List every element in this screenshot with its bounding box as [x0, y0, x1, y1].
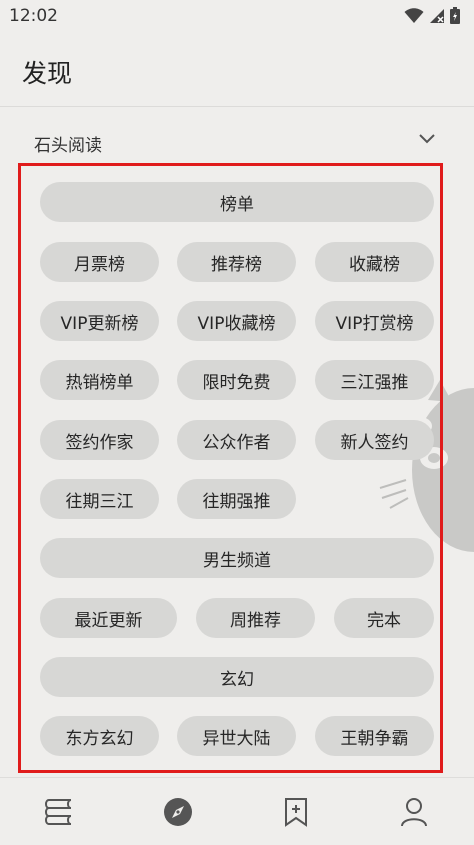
- category-label: 收藏榜: [349, 254, 400, 275]
- category-label: 热销榜单: [65, 372, 134, 393]
- category-button[interactable]: 最近更新: [40, 598, 177, 638]
- section-header-label: 榜单: [220, 194, 254, 215]
- category-label: VIP收藏榜: [197, 313, 276, 334]
- category-button[interactable]: VIP更新榜: [40, 301, 159, 341]
- category-button[interactable]: VIP打赏榜: [315, 301, 434, 341]
- category-button[interactable]: 收藏榜: [315, 242, 434, 282]
- category-button[interactable]: 东方玄幻: [40, 716, 159, 756]
- category-label: 异世大陆: [202, 728, 271, 749]
- category-button[interactable]: 完本: [334, 598, 434, 638]
- signal-icon: [430, 8, 444, 23]
- section-header-male-channel[interactable]: 男生频道: [40, 538, 434, 578]
- category-button[interactable]: VIP收藏榜: [177, 301, 296, 341]
- section-header-label: 玄幻: [220, 669, 254, 690]
- status-bar: 12:02: [0, 0, 474, 34]
- bookmark-add-icon: [285, 798, 307, 827]
- category-label: 签约作家: [65, 432, 134, 453]
- category-label: VIP打赏榜: [335, 313, 414, 334]
- category-label: VIP更新榜: [60, 313, 139, 334]
- category-label: 新人签约: [340, 432, 409, 453]
- user-icon: [401, 798, 427, 827]
- section-header-label: 男生频道: [203, 550, 271, 571]
- category-button[interactable]: 异世大陆: [177, 716, 296, 756]
- status-icons: [404, 7, 460, 24]
- wifi-icon: [404, 7, 424, 23]
- category-button[interactable]: 往期强推: [177, 479, 296, 519]
- source-name: 石头阅读: [34, 136, 102, 156]
- compass-icon: [164, 798, 192, 826]
- section-header-rankings[interactable]: 榜单: [40, 182, 434, 222]
- section-header-fantasy[interactable]: 玄幻: [40, 657, 434, 697]
- category-button[interactable]: 三江强推: [315, 360, 434, 400]
- status-time: 12:02: [9, 6, 58, 26]
- category-label: 往期强推: [202, 491, 271, 512]
- category-label: 限时免费: [202, 372, 271, 393]
- nav-profile[interactable]: [396, 794, 432, 830]
- category-label: 王朝争霸: [340, 728, 409, 749]
- category-button[interactable]: 推荐榜: [177, 242, 296, 282]
- bottom-nav: [0, 777, 474, 845]
- app-bar: 发现: [0, 34, 474, 107]
- category-button[interactable]: 热销榜单: [40, 360, 159, 400]
- category-button[interactable]: 签约作家: [40, 420, 159, 460]
- nav-bookshelf[interactable]: [42, 794, 78, 830]
- category-label: 三江强推: [340, 372, 409, 393]
- chevron-down-icon: [419, 134, 435, 144]
- nav-bookmark[interactable]: [278, 794, 314, 830]
- category-button[interactable]: 新人签约: [315, 420, 434, 460]
- source-selector[interactable]: 石头阅读: [0, 120, 474, 166]
- category-label: 最近更新: [74, 610, 143, 631]
- category-label: 推荐榜: [211, 254, 262, 275]
- page-title: 发现: [22, 59, 73, 88]
- category-label: 完本: [367, 610, 401, 631]
- category-label: 月票榜: [74, 254, 125, 275]
- category-button[interactable]: 周推荐: [196, 598, 315, 638]
- category-label: 公众作者: [202, 432, 271, 453]
- nav-discover[interactable]: [160, 794, 196, 830]
- category-label: 东方玄幻: [65, 728, 134, 749]
- category-button[interactable]: 限时免费: [177, 360, 296, 400]
- bookshelf-icon: [45, 799, 72, 825]
- category-button[interactable]: 往期三江: [40, 479, 159, 519]
- battery-icon: [450, 7, 460, 24]
- category-label: 周推荐: [230, 610, 281, 631]
- category-button[interactable]: 月票榜: [40, 242, 159, 282]
- category-button[interactable]: 王朝争霸: [315, 716, 434, 756]
- category-button[interactable]: 公众作者: [177, 420, 296, 460]
- category-label: 往期三江: [65, 491, 134, 512]
